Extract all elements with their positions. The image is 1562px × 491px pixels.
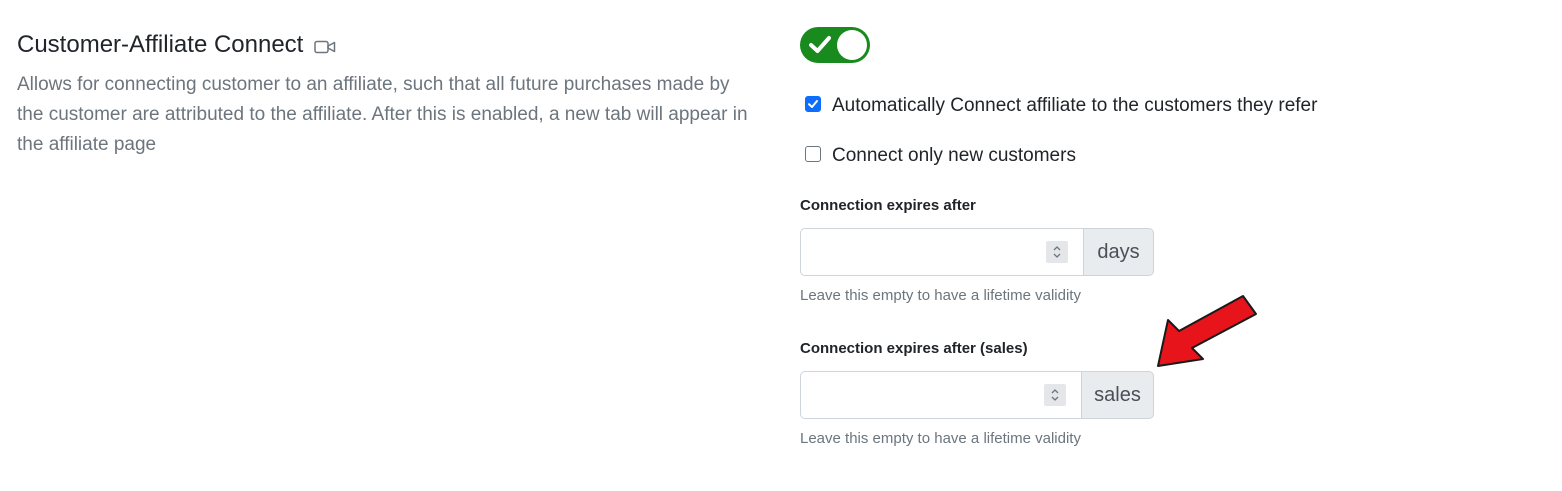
setting-description: Allows for connecting customer to an aff… — [17, 74, 748, 155]
toggle-knob — [837, 30, 867, 60]
expire-days-help: Leave this empty to have a lifetime vali… — [800, 287, 1081, 304]
expire-days-label: Connection expires after — [800, 197, 976, 214]
expire-sales-help: Leave this empty to have a lifetime vali… — [800, 430, 1081, 447]
red-arrow-icon — [1150, 292, 1262, 377]
enable-toggle[interactable] — [800, 27, 870, 63]
expire-sales-group: sales — [800, 371, 1154, 419]
auto-connect-label[interactable]: Automatically Connect affiliate to the c… — [832, 94, 1317, 118]
setting-title: Customer-Affiliate Connect — [17, 31, 304, 58]
new-only-option[interactable]: Connect only new customers — [800, 144, 1400, 168]
auto-connect-option[interactable]: Automatically Connect affiliate to the c… — [800, 94, 1400, 118]
expire-sales-input[interactable] — [801, 372, 1051, 416]
auto-connect-checkbox[interactable] — [805, 96, 821, 112]
expire-days-field[interactable] — [800, 228, 1083, 276]
expire-days-input[interactable] — [801, 229, 1051, 273]
new-only-label[interactable]: Connect only new customers — [832, 144, 1076, 168]
checkmark-icon — [809, 35, 831, 60]
setting-title-row: Customer-Affiliate Connect — [17, 30, 757, 60]
expire-sales-label: Connection expires after (sales) — [800, 340, 1028, 357]
setting-controls: Automatically Connect affiliate to the c… — [800, 27, 1400, 449]
number-spinner-icon[interactable] — [1044, 384, 1066, 406]
number-spinner-icon[interactable] — [1046, 241, 1068, 263]
setting-info: Customer-Affiliate Connect Allows for co… — [17, 30, 757, 160]
new-only-checkbox[interactable] — [805, 146, 821, 162]
expire-sales-field[interactable] — [800, 371, 1081, 419]
video-camera-icon[interactable] — [314, 39, 336, 55]
expire-days-unit: days — [1083, 228, 1154, 276]
expire-sales-unit: sales — [1081, 371, 1154, 419]
expire-days-group: days — [800, 228, 1154, 276]
